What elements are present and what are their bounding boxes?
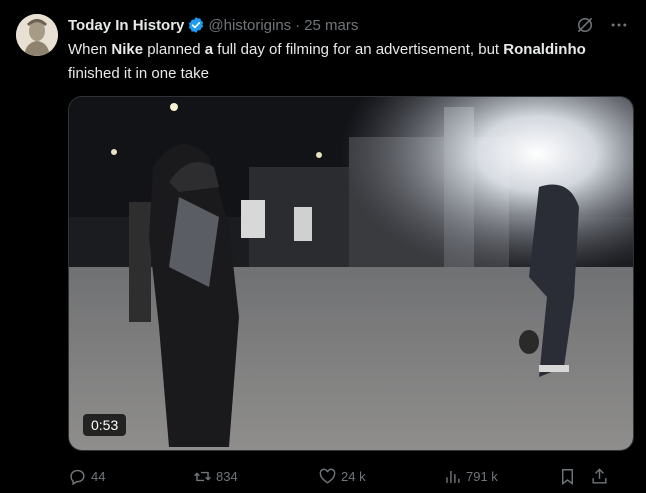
tweet-text: When Nike planned a full day of filming … [68,38,588,86]
share-icon [592,467,607,484]
reply-button[interactable]: 44 [68,467,193,486]
grok-icon[interactable] [574,14,596,36]
post-date[interactable]: 25 mars [304,17,358,34]
tweet-text-segment: Nike [111,41,144,58]
like-button[interactable]: 24 k [318,467,443,486]
share-button[interactable] [590,467,610,486]
repost-button[interactable]: 834 [193,467,318,486]
tweet-text-segment: finished it in one take [68,65,209,82]
action-bar: 44 834 24 k 791 k [68,462,632,490]
display-name[interactable]: Today In History [68,17,184,34]
tweet-text-segment: When [68,41,112,58]
avatar-bust-image [16,14,58,56]
more-icon[interactable] [608,14,630,36]
tweet-text-segment: Ronaldinho [503,41,586,58]
handle[interactable]: @historigins [208,17,291,34]
like-icon [319,468,336,484]
separator-dot: · [295,16,301,34]
verified-badge-icon [187,16,205,34]
video-duration: 0:53 [83,414,127,436]
reply-icon [70,469,85,485]
views-count: 791 k [466,468,498,484]
tweet-header: Today In History @historigins · 25 mars [68,15,630,35]
tweet-text-segment: a [204,41,214,58]
views-button[interactable]: 791 k [443,467,558,486]
bookmark-icon [562,468,573,485]
video-frame [69,97,633,450]
video-player[interactable]: 0:53 [68,96,634,451]
tweet-text-segment: planned [143,41,205,58]
bookmark-button[interactable] [558,467,590,486]
reply-count: 44 [91,468,106,484]
repost-count: 834 [216,468,238,484]
views-icon [446,470,460,483]
repost-icon [194,471,211,481]
avatar[interactable] [16,14,58,56]
tweet-text-segment: full day of filming for an advertisement… [213,41,504,58]
like-count: 24 k [341,468,366,484]
